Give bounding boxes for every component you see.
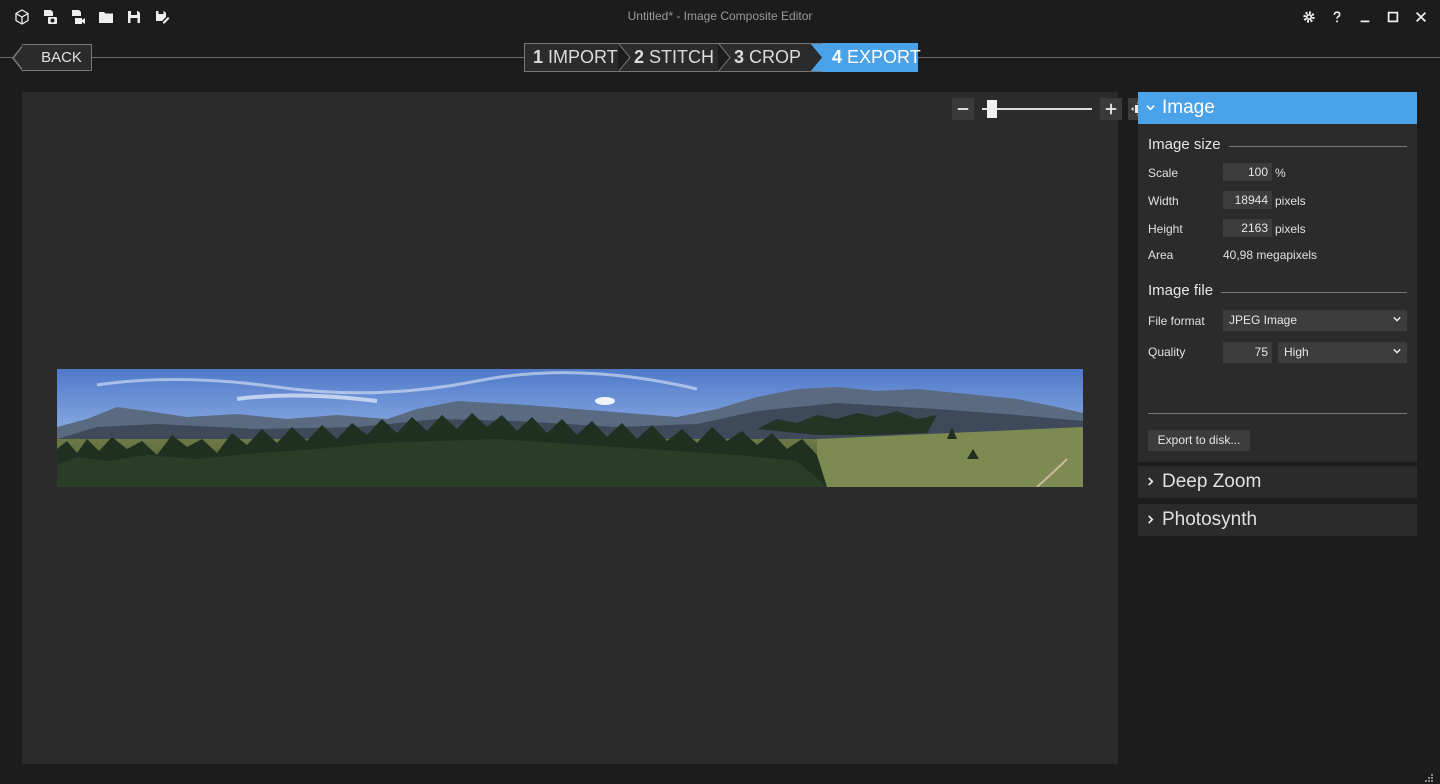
chevron-right-icon	[1146, 513, 1158, 527]
step-number: 3	[734, 47, 745, 67]
section-rule	[1221, 292, 1407, 293]
step-stitch[interactable]: 2 STITCH	[632, 43, 718, 72]
step-navigation: 1 IMPORT 2 STITCH 3 CROP 4 EXPORT	[524, 43, 921, 72]
scale-label: Scale	[1148, 166, 1179, 180]
image-size-title: Image size	[1148, 136, 1221, 153]
maximize-icon[interactable]	[1382, 6, 1404, 28]
back-button[interactable]: BACK	[22, 44, 92, 71]
area-label: Area	[1148, 248, 1174, 262]
image-file-title: Image file	[1148, 282, 1214, 299]
height-label: Height	[1148, 222, 1183, 236]
file-format-select[interactable]: JPEG Image	[1223, 310, 1407, 331]
plus-icon	[1105, 103, 1117, 115]
step-label: STITCH	[649, 47, 715, 67]
step-export[interactable]: 4 EXPORT	[824, 43, 921, 72]
scale-unit: %	[1275, 166, 1286, 180]
zoom-slider-thumb[interactable]	[987, 100, 997, 118]
section-rule	[1228, 146, 1407, 147]
height-unit: pixels	[1275, 222, 1306, 236]
panel-divider	[1148, 413, 1407, 414]
step-chevron	[810, 43, 824, 72]
zoom-slider[interactable]	[982, 98, 1092, 120]
chevron-down-icon	[1393, 310, 1401, 331]
chevron-right-icon	[1146, 475, 1158, 489]
chevron-down-icon	[1146, 101, 1158, 115]
step-chevron	[618, 43, 632, 72]
step-crop[interactable]: 3 CROP	[732, 43, 810, 72]
panorama-image	[57, 369, 1083, 487]
quality-input[interactable]: 75	[1223, 342, 1272, 363]
close-icon[interactable]	[1410, 6, 1432, 28]
zoom-controls	[952, 98, 1150, 120]
width-input[interactable]: 18944	[1223, 191, 1272, 209]
step-number: 4	[832, 47, 843, 67]
step-chevron	[718, 43, 732, 72]
zoom-in-button[interactable]	[1100, 98, 1122, 120]
step-number: 2	[634, 47, 645, 67]
window-controls	[1298, 6, 1432, 28]
settings-icon[interactable]	[1298, 6, 1320, 28]
image-file-heading: Image file	[1148, 282, 1407, 299]
step-label: CROP	[749, 47, 802, 67]
minimize-icon[interactable]	[1354, 6, 1376, 28]
title-bar: Untitled* - Image Composite Editor	[0, 0, 1440, 34]
zoom-slider-track	[982, 108, 1092, 110]
window-title: Untitled* - Image Composite Editor	[627, 9, 813, 23]
step-import[interactable]: 1 IMPORT	[524, 43, 618, 72]
quality-label: Quality	[1148, 345, 1186, 359]
panorama-preview-image	[57, 369, 1083, 487]
preview-canvas[interactable]	[22, 92, 1150, 764]
scale-input[interactable]: 100	[1223, 163, 1272, 181]
image-size-heading: Image size	[1148, 136, 1407, 153]
file-format-value: JPEG Image	[1229, 313, 1298, 327]
height-input[interactable]: 2163	[1223, 219, 1272, 237]
quality-level-value: High	[1284, 345, 1309, 359]
step-number: 1	[533, 47, 544, 67]
minus-icon	[957, 108, 969, 110]
area-value: 40,98 megapixels	[1223, 248, 1318, 262]
help-icon[interactable]	[1326, 6, 1348, 28]
photosynth-section-header[interactable]: Photosynth	[1138, 504, 1417, 536]
file-format-label: File format	[1148, 314, 1205, 328]
image-section-header[interactable]: Image	[1138, 92, 1417, 124]
step-label: IMPORT	[548, 47, 618, 67]
step-label: EXPORT	[847, 47, 921, 67]
image-section-title: Image	[1162, 97, 1215, 118]
image-section-body: Image size Scale 100 % Width 18944 pixel…	[1138, 124, 1417, 462]
zoom-out-button[interactable]	[952, 98, 974, 120]
export-to-disk-button[interactable]: Export to disk...	[1148, 430, 1250, 451]
photosynth-title: Photosynth	[1162, 509, 1258, 530]
quality-level-select[interactable]: High	[1278, 342, 1407, 363]
resize-grip-icon[interactable]	[1424, 770, 1434, 782]
chevron-down-icon	[1393, 342, 1401, 363]
width-unit: pixels	[1275, 194, 1306, 208]
deep-zoom-section-header[interactable]: Deep Zoom	[1138, 466, 1417, 498]
width-label: Width	[1148, 194, 1179, 208]
deep-zoom-title: Deep Zoom	[1162, 471, 1262, 492]
